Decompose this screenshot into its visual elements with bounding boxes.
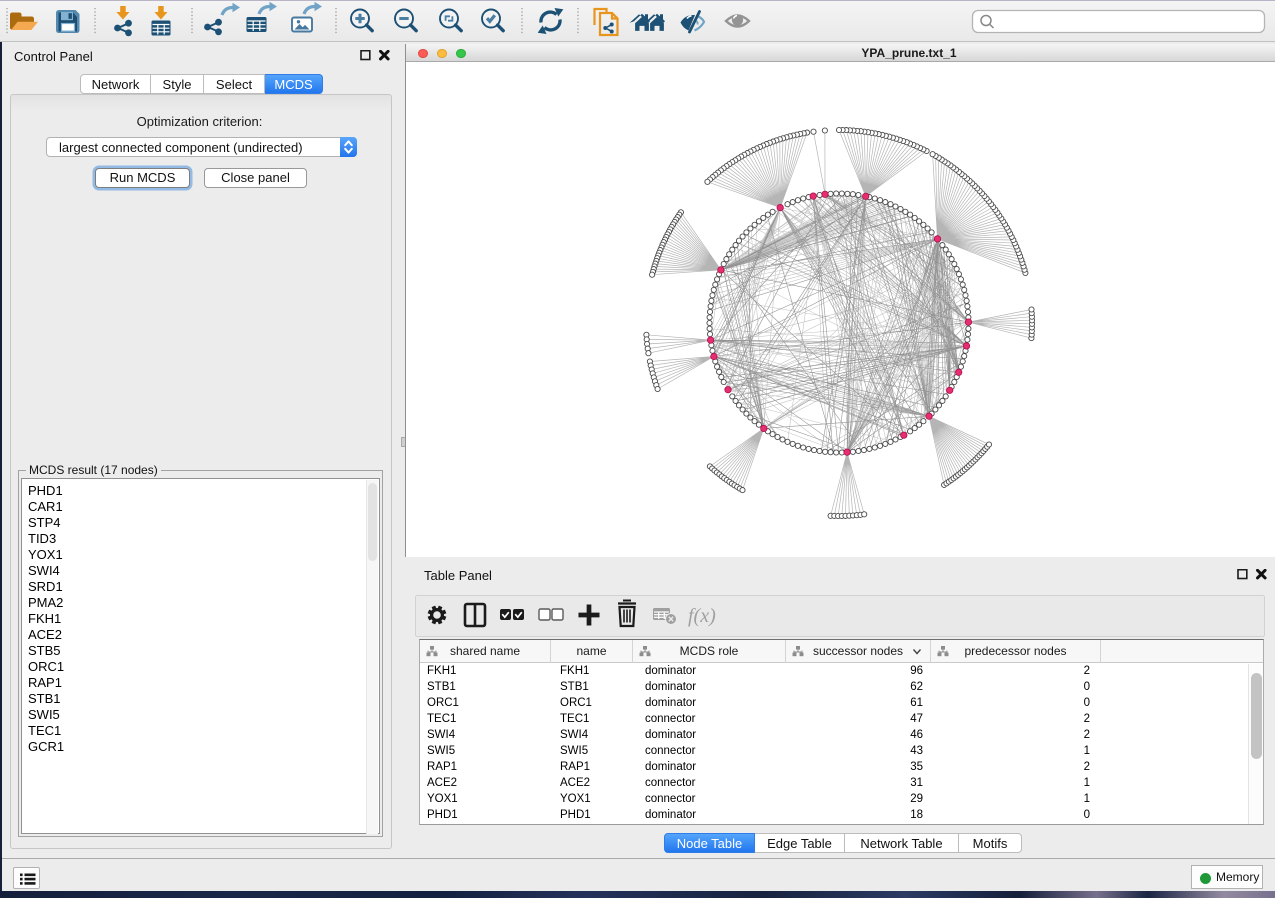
svg-text:f(x): f(x) <box>688 605 716 627</box>
